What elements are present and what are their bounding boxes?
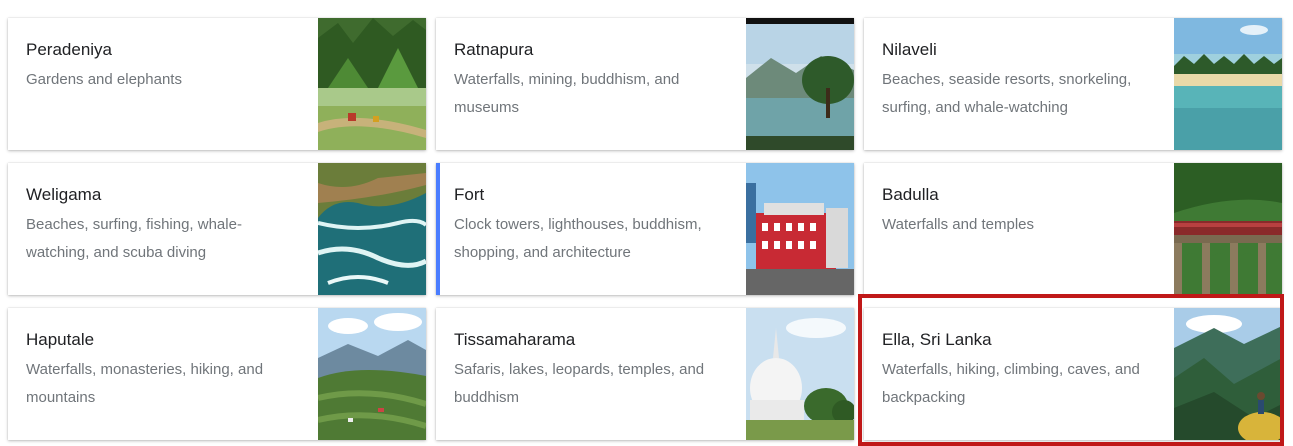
train-bridge-photo-icon[interactable] bbox=[1174, 163, 1282, 295]
card-description: Beaches, seaside resorts, snorkeling, su… bbox=[882, 71, 1132, 116]
coast-aerial-photo-icon[interactable] bbox=[318, 163, 426, 295]
destination-card-nilaveli[interactable]: Nilaveli Beaches, seaside resorts, snork… bbox=[864, 18, 1282, 150]
lake-photo-icon[interactable] bbox=[746, 18, 854, 150]
card-text: Nilaveli Beaches, seaside resorts, snork… bbox=[882, 38, 1152, 150]
card-text: Peradeniya Gardens and elephants bbox=[26, 38, 296, 150]
mountain-hiker-photo-icon[interactable] bbox=[1174, 308, 1282, 440]
card-text: Ratnapura Waterfalls, mining, buddhism, … bbox=[454, 38, 724, 150]
card-title: Weligama bbox=[26, 185, 102, 204]
card-text: Ella, Sri Lanka Waterfalls, hiking, clim… bbox=[882, 328, 1152, 440]
card-description: Waterfalls and temples bbox=[882, 216, 1035, 233]
beach-photo-icon[interactable] bbox=[1174, 18, 1282, 150]
card-description: Waterfalls, monasteries, hiking, and mou… bbox=[26, 361, 264, 406]
stupa-photo-icon[interactable] bbox=[746, 308, 854, 440]
destination-card-weligama[interactable]: Weligama Beaches, surfing, fishing, whal… bbox=[8, 163, 426, 295]
card-description: Waterfalls, hiking, climbing, caves, and… bbox=[882, 361, 1140, 406]
card-title: Tissamaharama bbox=[454, 330, 576, 349]
destination-card-tissamaharama[interactable]: Tissamaharama Safaris, lakes, leopards, … bbox=[436, 308, 854, 440]
card-title: Ratnapura bbox=[454, 40, 534, 59]
destination-card-peradeniya[interactable]: Peradeniya Gardens and elephants bbox=[8, 18, 426, 150]
destination-grid: Peradeniya Gardens and elephants Ratnapu… bbox=[8, 18, 1284, 446]
destination-card-ella[interactable]: Ella, Sri Lanka Waterfalls, hiking, clim… bbox=[864, 308, 1282, 440]
destination-card-fort[interactable]: Fort Clock towers, lighthouses, buddhism… bbox=[436, 163, 854, 295]
destination-card-haputale[interactable]: Haputale Waterfalls, monasteries, hiking… bbox=[8, 308, 426, 440]
card-text: Tissamaharama Safaris, lakes, leopards, … bbox=[454, 328, 724, 440]
card-text: Fort Clock towers, lighthouses, buddhism… bbox=[454, 183, 724, 295]
tea-hills-photo-icon[interactable] bbox=[318, 308, 426, 440]
card-title: Ella, Sri Lanka bbox=[882, 330, 992, 349]
accent-bar bbox=[436, 163, 440, 295]
card-text: Haputale Waterfalls, monasteries, hiking… bbox=[26, 328, 296, 440]
destination-card-badulla[interactable]: Badulla Waterfalls and temples bbox=[864, 163, 1282, 295]
card-description: Safaris, lakes, leopards, temples, and b… bbox=[454, 361, 705, 406]
card-text: Weligama Beaches, surfing, fishing, whal… bbox=[26, 183, 296, 295]
card-title: Haputale bbox=[26, 330, 95, 349]
card-description: Beaches, surfing, fishing, whale-watchin… bbox=[26, 216, 242, 261]
card-title: Nilaveli bbox=[882, 40, 937, 59]
red-building-photo-icon[interactable] bbox=[746, 163, 854, 295]
garden-photo-icon[interactable] bbox=[318, 18, 426, 150]
card-title: Badulla bbox=[882, 185, 939, 204]
destination-card-ratnapura[interactable]: Ratnapura Waterfalls, mining, buddhism, … bbox=[436, 18, 854, 150]
card-title: Peradeniya bbox=[26, 40, 113, 59]
card-text: Badulla Waterfalls and temples bbox=[882, 183, 1152, 295]
card-description: Gardens and elephants bbox=[26, 71, 182, 88]
card-description: Waterfalls, mining, buddhism, and museum… bbox=[454, 71, 680, 116]
card-title: Fort bbox=[454, 185, 485, 204]
card-description: Clock towers, lighthouses, buddhism, sho… bbox=[454, 216, 702, 261]
